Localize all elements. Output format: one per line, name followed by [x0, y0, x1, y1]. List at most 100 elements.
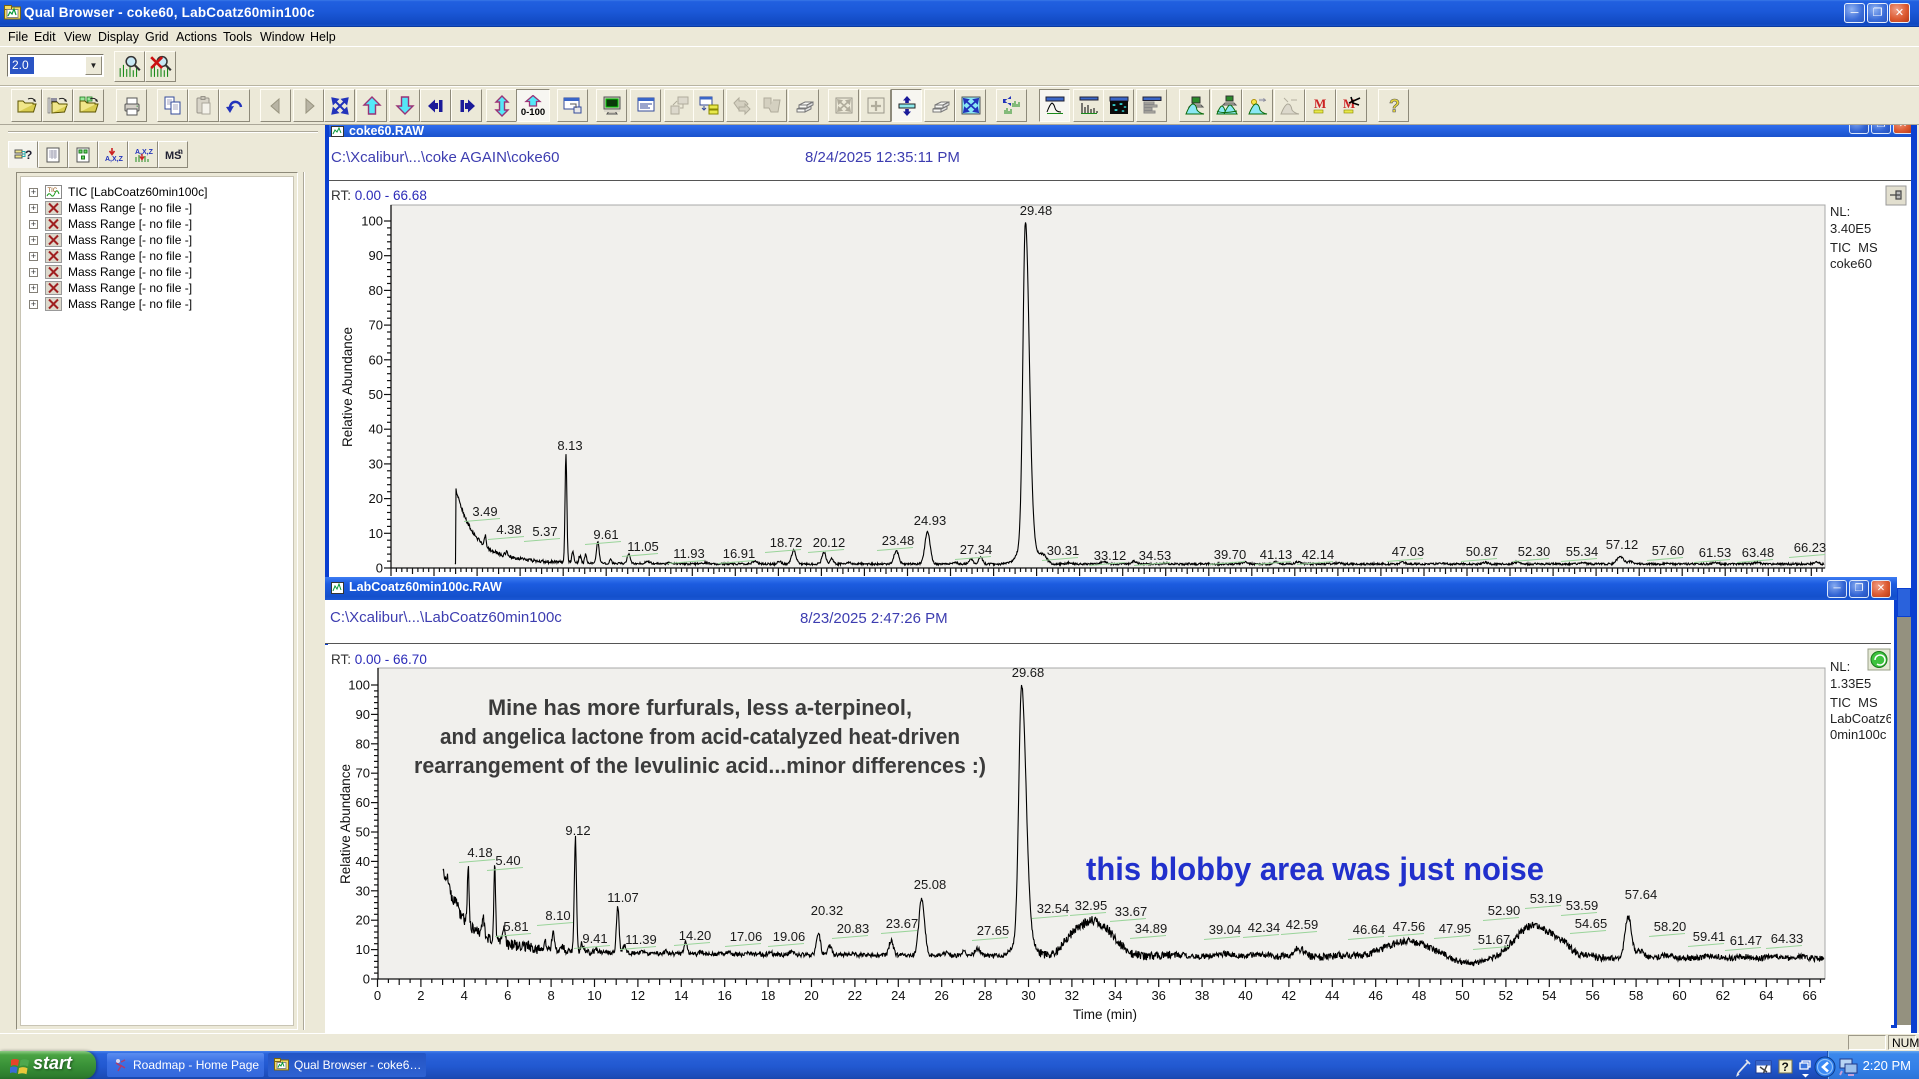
svg-text:50: 50: [356, 825, 370, 840]
svg-text:44: 44: [1325, 988, 1339, 1003]
svg-text:34.89: 34.89: [1135, 921, 1168, 936]
svg-text:50: 50: [1455, 988, 1469, 1003]
svg-text:40: 40: [356, 854, 370, 869]
svg-text:RT: 0.00 - 66.68: RT: 0.00 - 66.68: [331, 188, 427, 203]
svg-text:11.93: 11.93: [673, 546, 705, 561]
svg-text:10: 10: [356, 942, 370, 957]
svg-text:60: 60: [369, 352, 383, 367]
svg-text:32.95: 32.95: [1075, 898, 1108, 913]
svg-text:A,X,Z: A,X,Z: [105, 156, 123, 163]
svg-text:LabCoatz6: LabCoatz6: [1830, 711, 1891, 726]
svg-text:48: 48: [1412, 988, 1426, 1003]
svg-text:53.59: 53.59: [1566, 898, 1599, 913]
svg-text:11.05: 11.05: [627, 539, 659, 554]
svg-text:33.12: 33.12: [1094, 548, 1127, 563]
svg-text:63.48: 63.48: [1742, 545, 1775, 560]
svg-text:57.12: 57.12: [1606, 537, 1639, 552]
svg-text:30.31: 30.31: [1047, 543, 1080, 558]
svg-text:27.65: 27.65: [977, 923, 1010, 938]
svg-text:34.53: 34.53: [1139, 548, 1172, 563]
svg-text:0min100c: 0min100c: [1830, 727, 1887, 742]
svg-text:11.39: 11.39: [625, 932, 657, 947]
svg-text:100: 100: [361, 214, 383, 229]
svg-text:14.20: 14.20: [679, 928, 712, 943]
svg-text:6: 6: [504, 988, 511, 1003]
svg-text:20.12: 20.12: [813, 535, 846, 550]
svg-text:9.12: 9.12: [565, 823, 590, 838]
svg-text:n: n: [178, 147, 183, 156]
svg-text:30: 30: [369, 456, 383, 471]
svg-text:3.40E5: 3.40E5: [1830, 221, 1871, 236]
svg-text:56: 56: [1585, 988, 1599, 1003]
svg-text:0: 0: [374, 988, 381, 1003]
svg-text:26: 26: [934, 988, 948, 1003]
svg-text:42.14: 42.14: [1302, 547, 1335, 562]
svg-text:57.64: 57.64: [1625, 887, 1658, 902]
svg-text:?: ?: [1782, 1060, 1789, 1074]
svg-text:34: 34: [1108, 988, 1122, 1003]
svg-text:11.07: 11.07: [607, 890, 639, 905]
svg-text:9.61: 9.61: [593, 527, 618, 542]
svg-text:80: 80: [356, 736, 370, 751]
svg-text:24.93: 24.93: [914, 513, 947, 528]
svg-text:40: 40: [369, 422, 383, 437]
svg-text:23.48: 23.48: [882, 533, 915, 548]
svg-text:29.68: 29.68: [1012, 665, 1045, 680]
svg-text:RT: 0.00 - 66.70: RT: 0.00 - 66.70: [331, 652, 427, 667]
svg-text:NL:: NL:: [1830, 204, 1850, 219]
svg-text:4.38: 4.38: [496, 522, 521, 537]
svg-text:1.33E5: 1.33E5: [1830, 676, 1871, 691]
svg-text:53.19: 53.19: [1530, 891, 1563, 906]
svg-text:42: 42: [1282, 988, 1296, 1003]
svg-text:46: 46: [1368, 988, 1382, 1003]
svg-text:64: 64: [1759, 988, 1773, 1003]
svg-text:32: 32: [1065, 988, 1079, 1003]
svg-text:42.59: 42.59: [1286, 917, 1319, 932]
svg-text:29.48: 29.48: [1020, 203, 1053, 218]
svg-text:9.41: 9.41: [582, 931, 607, 946]
svg-text:this blobby area was just nois: this blobby area was just noise: [1086, 851, 1544, 887]
svg-text:17.06: 17.06: [730, 929, 763, 944]
svg-text:M: M: [1314, 96, 1326, 111]
svg-text:0-100: 0-100: [521, 107, 545, 117]
svg-text:Time (min): Time (min): [1073, 1007, 1137, 1022]
svg-text:2: 2: [417, 988, 424, 1003]
svg-text:Mine has more furfurals, less: Mine has more furfurals, less a-terpineo…: [488, 695, 912, 720]
svg-text:20: 20: [356, 913, 370, 928]
svg-text:39.04: 39.04: [1209, 922, 1242, 937]
svg-text:66: 66: [1802, 988, 1816, 1003]
svg-text:50: 50: [369, 387, 383, 402]
svg-text:27.34: 27.34: [960, 542, 993, 557]
svg-text:52.90: 52.90: [1488, 903, 1521, 918]
svg-text:36: 36: [1151, 988, 1165, 1003]
svg-text:54.65: 54.65: [1575, 916, 1608, 931]
svg-text:24: 24: [891, 988, 905, 1003]
svg-text:23.67: 23.67: [886, 916, 919, 931]
svg-text:57.60: 57.60: [1652, 543, 1685, 558]
svg-text:10: 10: [369, 526, 383, 541]
svg-text:8: 8: [547, 988, 554, 1003]
svg-text:70: 70: [369, 318, 383, 333]
svg-text:39.70: 39.70: [1214, 547, 1247, 562]
svg-text:40: 40: [1238, 988, 1252, 1003]
svg-text:3.49: 3.49: [472, 504, 497, 519]
svg-text:16.91: 16.91: [723, 546, 756, 561]
svg-text:60: 60: [356, 795, 370, 810]
svg-text:20: 20: [369, 491, 383, 506]
svg-text:12: 12: [631, 988, 645, 1003]
svg-text:22: 22: [848, 988, 862, 1003]
svg-text:TIC MS: TIC MS: [1830, 695, 1878, 710]
svg-text:32.54: 32.54: [1037, 901, 1070, 916]
svg-text:18.72: 18.72: [770, 535, 803, 550]
svg-text:20: 20: [804, 988, 818, 1003]
svg-text:14: 14: [674, 988, 688, 1003]
svg-text:NL:: NL:: [1830, 659, 1850, 674]
svg-text:?: ?: [25, 148, 32, 162]
svg-text:51.67: 51.67: [1478, 932, 1511, 947]
svg-text:46.64: 46.64: [1353, 922, 1386, 937]
svg-text:30: 30: [356, 883, 370, 898]
svg-text:8.10: 8.10: [545, 908, 570, 923]
svg-text:64.33: 64.33: [1771, 931, 1804, 946]
svg-text:54: 54: [1542, 988, 1556, 1003]
svg-text:Relative Abundance: Relative Abundance: [340, 327, 355, 447]
